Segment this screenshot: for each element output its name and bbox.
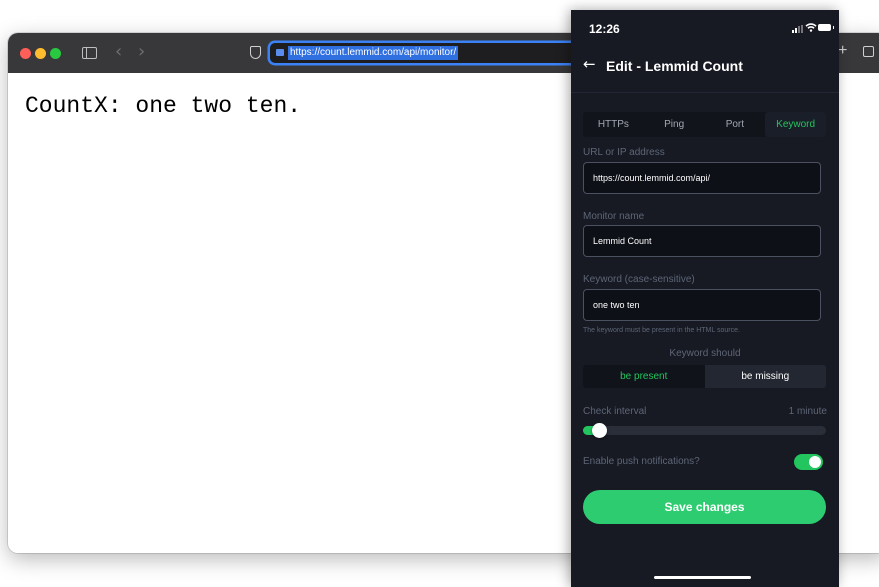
chevron-right-icon[interactable]: › [138,43,145,61]
arrow-left-icon[interactable]: ← [583,55,596,73]
tab-keyword[interactable]: Keyword [765,112,826,137]
home-indicator[interactable] [654,576,751,579]
be-present-option[interactable]: be present [583,365,705,388]
keyword-should-toggle: be present be missing [583,365,826,388]
tab-https[interactable]: HTTPs [583,112,644,137]
address-bar[interactable]: https://count.lemmid.com/api/monitor/ [270,43,590,63]
favicon-icon [276,49,284,56]
url-text[interactable]: https://count.lemmid.com/api/monitor/ [288,46,459,60]
check-interval-slider[interactable] [583,426,826,435]
page-title: Edit - Lemmid Count [606,58,743,74]
signal-icon [792,25,806,33]
desktop: ‹ › https://count.lemmid.com/api/monitor… [0,0,879,587]
tabs-icon[interactable] [863,46,874,57]
keyword-input[interactable]: one two ten [583,289,821,321]
page-text: CountX: one two ten. [25,93,302,119]
monitor-name-label: Monitor name [583,211,645,222]
be-missing-option[interactable]: be missing [704,365,826,388]
tab-ping[interactable]: Ping [644,112,705,137]
wifi-icon [805,23,817,32]
maximize-window-button[interactable] [50,48,61,59]
tab-port[interactable]: Port [705,112,766,137]
keyword-label: Keyword (case-sensitive) [583,274,695,285]
push-notifications-toggle[interactable] [794,454,823,470]
url-label: URL or IP address [583,147,665,158]
sidebar-icon[interactable] [82,47,97,59]
close-window-button[interactable] [20,48,31,59]
url-input[interactable]: https://count.lemmid.com/api/ [583,162,821,194]
check-interval-label: Check interval [583,406,647,417]
chevron-left-icon[interactable]: ‹ [115,43,122,61]
check-interval-value: 1 minute [788,406,827,417]
shield-icon[interactable] [250,46,261,59]
divider [571,92,839,93]
status-bar: 12:26 [571,10,839,46]
push-notifications-label: Enable push notifications? [583,456,700,467]
nav-bar: ← Edit - Lemmid Count [571,54,839,80]
battery-icon [818,24,834,31]
save-button[interactable]: Save changes [583,490,826,524]
minimize-window-button[interactable] [35,48,46,59]
monitor-type-tabs: HTTPs Ping Port Keyword [583,112,826,137]
slider-thumb[interactable] [591,423,607,438]
phone-screen: 12:26 ← Edit - Lemmid Count HTTPs Ping P… [571,10,839,587]
keyword-helper-text: The keyword must be present in the HTML … [583,327,740,334]
plus-icon[interactable]: + [838,42,847,60]
toggle-knob [809,456,821,468]
monitor-name-input[interactable]: Lemmid Count [583,225,821,257]
status-time: 12:26 [589,22,620,36]
keyword-should-label: Keyword should [669,348,741,359]
